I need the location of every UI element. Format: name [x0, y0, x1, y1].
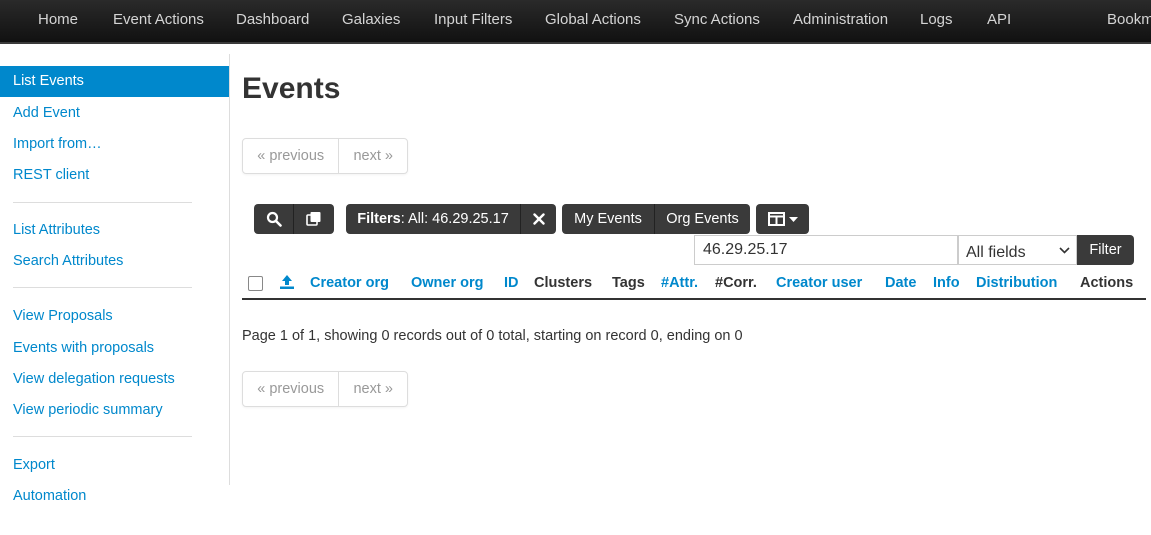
copy-button[interactable] [294, 204, 334, 234]
sidebar-item-import-from[interactable]: Import from… [0, 129, 229, 160]
nav-event-actions[interactable]: Event Actions [113, 11, 204, 28]
nav-logs[interactable]: Logs [920, 11, 953, 28]
columns-icon [768, 212, 785, 226]
caret-down-icon [789, 217, 798, 222]
sidebar-item-list-attributes[interactable]: List Attributes [0, 215, 229, 246]
pagination-bottom: « previous next » [242, 371, 408, 407]
close-icon [532, 213, 545, 225]
nav-home[interactable]: Home [38, 11, 78, 28]
col-clusters: Clusters [534, 275, 593, 291]
nav-sync-actions[interactable]: Sync Actions [674, 11, 760, 28]
sidebar-item-periodic-summary[interactable]: View periodic summary [0, 395, 229, 426]
copy-icon [306, 212, 321, 226]
sidebar-item-list-events[interactable]: List Events [0, 66, 229, 97]
nav-administration[interactable]: Administration [793, 11, 888, 28]
sidebar-item-rest-client[interactable]: REST client [0, 160, 229, 191]
next-page-link[interactable]: next » [339, 372, 407, 406]
col-creator-org[interactable]: Creator org [310, 275, 389, 291]
field-select[interactable]: All fields [958, 235, 1077, 265]
top-navbar: Home Event Actions Dashboard Galaxies In… [0, 0, 1151, 44]
nav-api[interactable]: API [987, 11, 1011, 28]
sidebar-item-view-proposals[interactable]: View Proposals [0, 301, 229, 332]
sidebar-divider [13, 436, 192, 437]
search-button[interactable] [254, 204, 293, 234]
col-corr-count: #Corr. [715, 275, 757, 291]
filters-value: : All: 46.29.25.17 [400, 211, 509, 227]
previous-page-link[interactable]: « previous [243, 372, 340, 406]
sidebar-item-export[interactable]: Export [0, 450, 229, 481]
chevron-down-icon [1059, 236, 1070, 264]
sidebar-item-automation[interactable]: Automation [0, 481, 229, 512]
nav-bookmarks[interactable]: Bookm [1107, 11, 1151, 28]
sort-upload-icon[interactable] [279, 274, 295, 294]
event-scope-group: My Events Org Events [562, 204, 750, 234]
filters-button[interactable]: Filters: All: 46.29.25.17 [346, 204, 520, 234]
col-creator-user[interactable]: Creator user [776, 275, 862, 291]
nav-dashboard[interactable]: Dashboard [236, 11, 309, 28]
field-select-value: All fields [966, 244, 1026, 261]
clear-filters-button[interactable] [521, 204, 556, 234]
nav-galaxies[interactable]: Galaxies [342, 11, 400, 28]
col-distribution[interactable]: Distribution [976, 275, 1057, 291]
nav-global-actions[interactable]: Global Actions [545, 11, 641, 28]
col-tags: Tags [612, 275, 645, 291]
select-all-checkbox[interactable] [248, 276, 263, 291]
next-page-link[interactable]: next » [339, 139, 407, 173]
pagination-summary: Page 1 of 1, showing 0 records out of 0 … [242, 328, 743, 344]
org-events-button[interactable]: Org Events [655, 204, 750, 234]
events-table-header: Creator org Owner org ID Clusters Tags #… [242, 269, 1146, 300]
search-icon [266, 211, 282, 227]
sidebar-item-events-with-proposals[interactable]: Events with proposals [0, 333, 229, 364]
sidebar: List Events Add Event Import from… REST … [0, 54, 230, 504]
col-info[interactable]: Info [933, 275, 960, 291]
nav-input-filters[interactable]: Input Filters [434, 11, 512, 28]
filters-group: Filters: All: 46.29.25.17 [346, 204, 556, 234]
page-title: Events [242, 72, 341, 105]
col-owner-org[interactable]: Owner org [411, 275, 484, 291]
filter-button[interactable]: Filter [1077, 235, 1134, 265]
sidebar-divider [13, 202, 192, 203]
sidebar-divider [13, 287, 192, 288]
col-id[interactable]: ID [504, 275, 519, 291]
search-tools-group [254, 204, 334, 234]
search-input[interactable]: 46.29.25.17 [694, 235, 958, 265]
sidebar-item-add-event[interactable]: Add Event [0, 98, 229, 129]
column-chooser-button[interactable] [756, 204, 809, 234]
col-actions: Actions [1080, 275, 1134, 291]
previous-page-link[interactable]: « previous [243, 139, 340, 173]
filters-label: Filters [357, 211, 401, 227]
sidebar-item-delegation-requests[interactable]: View delegation requests [0, 364, 229, 395]
sidebar-item-search-attributes[interactable]: Search Attributes [0, 246, 229, 277]
col-attr-count[interactable]: #Attr. [661, 275, 698, 291]
my-events-button[interactable]: My Events [562, 204, 654, 234]
pagination-top: « previous next » [242, 138, 408, 174]
col-date[interactable]: Date [885, 275, 916, 291]
